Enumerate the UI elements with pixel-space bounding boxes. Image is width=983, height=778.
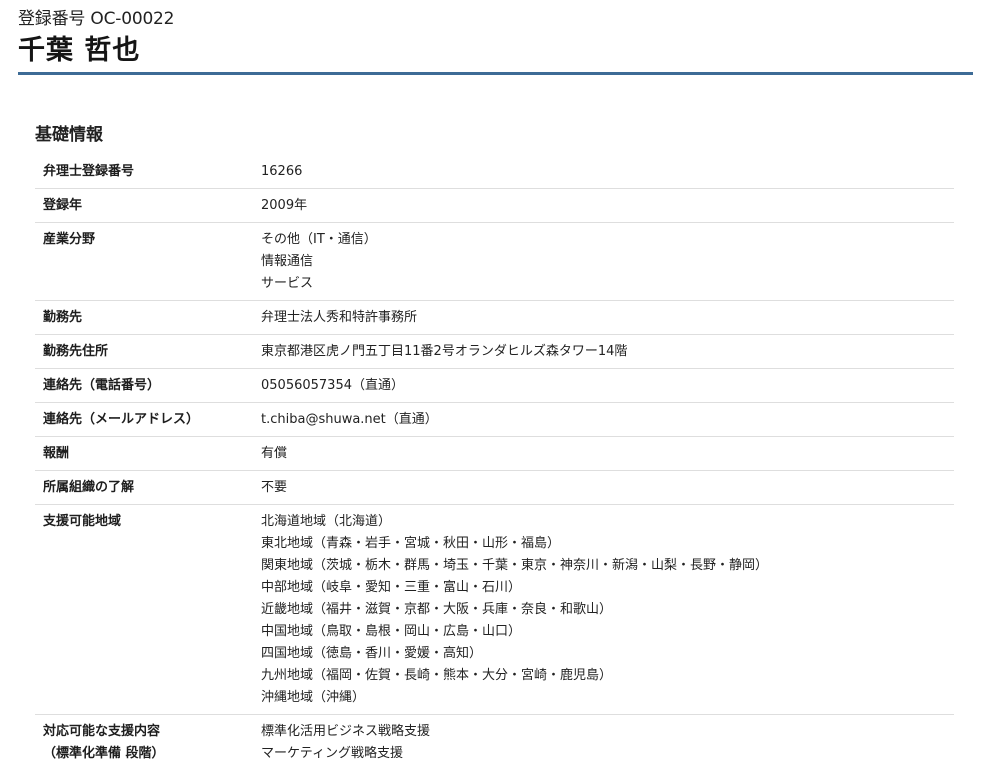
table-row: 所属組織の了解 不要 [35,470,954,505]
row-value: その他（IT・通信） 情報通信 サービス [261,222,954,301]
row-label-line: 対応可能な支援内容 [43,724,161,739]
value-line: 不要 [261,480,288,495]
value-line: 中国地域（鳥取・島根・岡山・広島・山口） [261,624,522,639]
registration-number: 登録番号 OC-00022 [18,8,973,30]
table-row: 勤務先 弁理士法人秀和特許事務所 [35,300,954,335]
value-line: 情報通信 [261,254,314,269]
table-row: 対応可能な支援内容 （標準化準備 段階） 標準化活用ビジネス戦略支援 マーケティ… [35,715,954,771]
section-title: 基礎情報 [35,125,103,145]
value-line: t.chiba@shuwa.net（直通） [261,412,438,427]
table-row: 連絡先（メールアドレス） t.chiba@shuwa.net（直通） [35,402,954,437]
row-label: 勤務先 [35,300,261,335]
table-row: 勤務先住所 東京都港区虎ノ門五丁目11番2号オランダヒルズ森タワー14階 [35,334,954,369]
value-line: 弁理士法人秀和特許事務所 [261,310,418,325]
table-row: 支援可能地域 北海道地域（北海道） 東北地域（青森・岩手・宮城・秋田・山形・福島… [35,504,954,715]
row-label-line: （標準化準備 段階） [43,746,165,761]
value-line: 中部地域（岐阜・愛知・三重・富山・石川） [261,580,522,595]
person-name: 千葉 哲也 [18,35,141,66]
value-line: 四国地域（徳島・香川・愛媛・高知） [261,646,483,661]
value-line: 東北地域（青森・岩手・宮城・秋田・山形・福島） [261,536,561,551]
row-value: 16266 [261,155,954,189]
row-value: 東京都港区虎ノ門五丁目11番2号オランダヒルズ森タワー14階 [261,334,954,369]
row-value: 北海道地域（北海道） 東北地域（青森・岩手・宮城・秋田・山形・福島） 関東地域（… [261,504,954,715]
registration-label: 登録番号 [18,9,86,29]
row-label: 支援可能地域 [35,504,261,715]
profile-header: 登録番号 OC-00022 千葉 哲也 [18,8,973,75]
value-line: 標準化活用ビジネス戦略支援 [261,724,431,739]
value-line: 東京都港区虎ノ門五丁目11番2号オランダヒルズ森タワー14階 [261,344,628,359]
table-row: 登録年 2009年 [35,188,954,223]
table-row: 報酬 有償 [35,436,954,471]
value-line: 2009年 [261,198,308,213]
row-value: 不要 [261,470,954,505]
row-label: 所属組織の了解 [35,470,261,505]
row-value: 標準化活用ビジネス戦略支援 マーケティング戦略支援 [261,715,954,771]
row-label: 産業分野 [35,222,261,301]
row-value: 05056057354（直通） [261,368,954,403]
value-line: サービス [261,276,314,291]
row-label: 報酬 [35,436,261,471]
row-label: 連絡先（メールアドレス） [35,402,261,437]
value-line: 16266 [261,164,303,179]
row-label: 勤務先住所 [35,334,261,369]
basic-info-table: 弁理士登録番号 16266 登録年 2009年 産業分野 その他（IT・通信） … [35,155,954,770]
registration-code: OC-00022 [90,9,175,29]
row-label: 弁理士登録番号 [35,155,261,189]
value-line: 関東地域（茨城・栃木・群馬・埼玉・千葉・東京・神奈川・新潟・山梨・長野・静岡） [261,558,769,573]
value-line: 沖縄地域（沖縄） [261,690,366,705]
row-value: t.chiba@shuwa.net（直通） [261,402,954,437]
value-line: 近畿地域（福井・滋賀・京都・大阪・兵庫・奈良・和歌山） [261,602,613,617]
row-label: 登録年 [35,188,261,223]
table-row: 連絡先（電話番号） 05056057354（直通） [35,368,954,403]
row-value: 弁理士法人秀和特許事務所 [261,300,954,335]
value-line: 05056057354（直通） [261,378,404,393]
value-line: 有償 [261,446,288,461]
row-value: 有償 [261,436,954,471]
table-row: 弁理士登録番号 16266 [35,155,954,189]
row-label: 対応可能な支援内容 （標準化準備 段階） [35,715,261,771]
table-row: 産業分野 その他（IT・通信） 情報通信 サービス [35,222,954,301]
value-line: マーケティング戦略支援 [261,746,403,761]
value-line: その他（IT・通信） [261,232,377,247]
header-divider [18,72,973,75]
value-line: 九州地域（福岡・佐賀・長崎・熊本・大分・宮崎・鹿児島） [261,668,613,683]
value-line: 北海道地域（北海道） [261,514,392,529]
row-label: 連絡先（電話番号） [35,368,261,403]
row-value: 2009年 [261,188,954,223]
